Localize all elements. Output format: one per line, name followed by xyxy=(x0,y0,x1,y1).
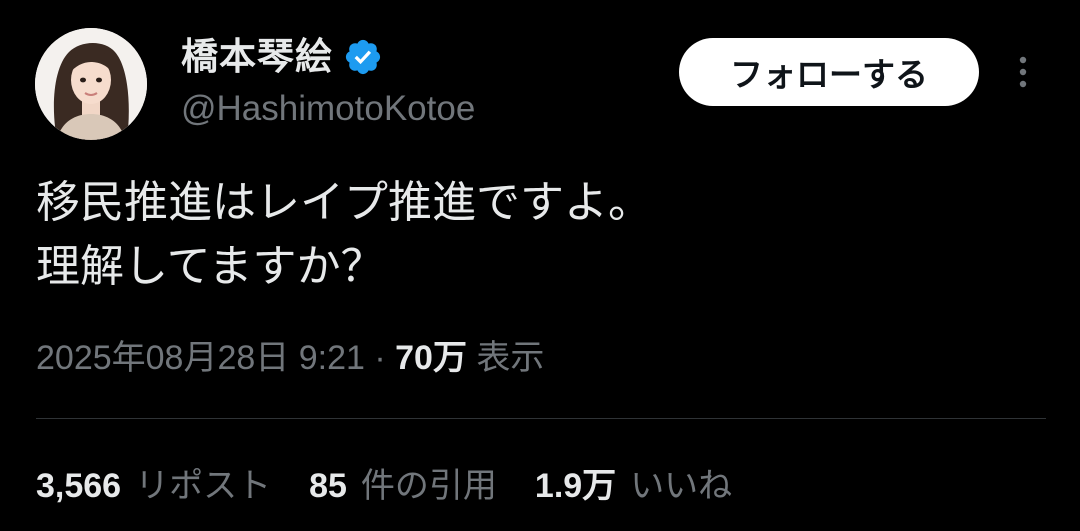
meta-separator: · xyxy=(374,339,386,377)
views-label: 表示 xyxy=(476,339,545,377)
avatar[interactable] xyxy=(35,28,147,140)
likes-count: 1.9万 xyxy=(534,467,617,505)
likes-label: いいね xyxy=(630,467,733,505)
verified-badge-icon xyxy=(343,37,383,77)
timestamp[interactable]: 2025年08月28日 9:21 xyxy=(36,339,365,377)
author-name-row[interactable]: 橋本琴絵 xyxy=(181,34,383,80)
tweet-text-line: 理解してますか？ xyxy=(36,241,385,292)
profile-avatar xyxy=(35,28,147,140)
author-display-name[interactable]: 橋本琴絵 xyxy=(181,34,333,80)
reposts-stat[interactable]: 3,566 リポスト xyxy=(36,460,271,512)
reposts-label: リポスト xyxy=(135,467,272,505)
quotes-count: 85 xyxy=(309,467,347,505)
views-count: 70万 xyxy=(395,339,467,377)
more-options-icon[interactable] xyxy=(1008,52,1038,92)
tweet-text-line: 移民推進はレイプ推進ですよ。 xyxy=(36,177,652,228)
engagement-stats: 3,566 リポスト 85 件の引用 1.9万 いいね xyxy=(36,460,770,512)
follow-button[interactable]: フォローする xyxy=(679,38,979,106)
divider xyxy=(36,418,1046,419)
quotes-label: 件の引用 xyxy=(360,467,497,505)
tweet-meta: 2025年08月28日 9:21 · 70万 表示 xyxy=(36,332,544,384)
tweet-detail: 橋本琴絵 @HashimotoKotoe フォローする 移民推進はレイプ推進です… xyxy=(0,0,1080,531)
reposts-count: 3,566 xyxy=(36,467,122,505)
author-handle[interactable]: @HashimotoKotoe xyxy=(181,86,475,132)
tweet-text: 移民推進はレイプ推進ですよ。 理解してますか？ xyxy=(36,171,1036,299)
likes-stat[interactable]: 1.9万 いいね xyxy=(535,460,732,512)
quotes-stat[interactable]: 85 件の引用 xyxy=(309,460,497,512)
